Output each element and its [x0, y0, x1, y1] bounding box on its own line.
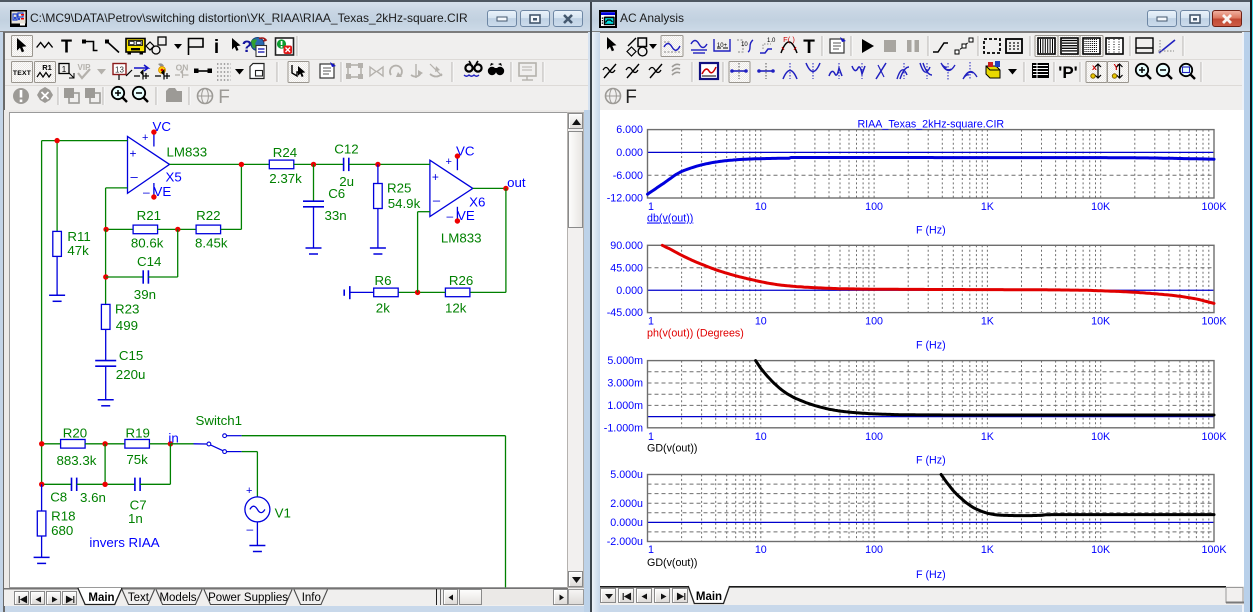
svg-text:10: 10	[755, 316, 767, 328]
svg-text:-45.000: -45.000	[607, 307, 643, 319]
svg-text:1: 1	[648, 544, 654, 556]
svg-text:1: 1	[648, 201, 654, 213]
svg-text:F (Hz): F (Hz)	[916, 455, 946, 467]
svg-text:GD(v(out)): GD(v(out))	[647, 443, 697, 455]
svg-text:45.000: 45.000	[610, 262, 643, 274]
svg-text:-6.000: -6.000	[613, 170, 643, 182]
svg-text:F (Hz): F (Hz)	[916, 569, 946, 581]
svg-text:100K: 100K	[1202, 316, 1228, 328]
svg-text:10: 10	[755, 544, 767, 556]
svg-text:1: 1	[648, 431, 654, 443]
svg-text:10K: 10K	[1091, 431, 1111, 443]
svg-text:GD(v(out)): GD(v(out))	[647, 557, 697, 569]
svg-text:-1.000m: -1.000m	[604, 422, 643, 434]
svg-text:0.000: 0.000	[616, 147, 643, 159]
svg-text:90.000: 90.000	[610, 240, 643, 252]
svg-text:100: 100	[865, 316, 883, 328]
svg-text:0.000u: 0.000u	[610, 517, 643, 529]
svg-text:1K: 1K	[981, 201, 995, 213]
svg-text:1K: 1K	[981, 431, 995, 443]
svg-text:100K: 100K	[1202, 201, 1228, 213]
svg-text:10K: 10K	[1091, 544, 1111, 556]
svg-text:-12.000: -12.000	[607, 193, 643, 205]
svg-text:2.000u: 2.000u	[610, 498, 643, 510]
svg-text:5.000u: 5.000u	[610, 469, 643, 481]
svg-text:1: 1	[648, 316, 654, 328]
svg-text:100: 100	[865, 431, 883, 443]
svg-text:3.000m: 3.000m	[607, 378, 643, 390]
svg-text:db(v(out)): db(v(out))	[647, 213, 693, 225]
svg-text:1K: 1K	[981, 544, 995, 556]
svg-text:F (Hz): F (Hz)	[916, 225, 946, 237]
svg-text:1K: 1K	[981, 316, 995, 328]
svg-text:100K: 100K	[1202, 431, 1228, 443]
svg-text:RIAA_Texas_2kHz-square.CIR: RIAA_Texas_2kHz-square.CIR	[857, 119, 1004, 131]
svg-text:5.000m: 5.000m	[607, 355, 643, 367]
svg-text:-2.000u: -2.000u	[607, 536, 643, 548]
svg-text:100: 100	[865, 201, 883, 213]
svg-text:10K: 10K	[1091, 201, 1111, 213]
svg-text:100: 100	[865, 544, 883, 556]
svg-text:F (Hz): F (Hz)	[916, 340, 946, 352]
svg-text:10K: 10K	[1091, 316, 1111, 328]
svg-text:100K: 100K	[1202, 544, 1228, 556]
svg-text:6.000: 6.000	[616, 124, 643, 136]
svg-text:0.000: 0.000	[616, 285, 643, 297]
svg-text:1.000m: 1.000m	[607, 400, 643, 412]
svg-text:10: 10	[755, 201, 767, 213]
svg-text:ph(v(out)) (Degrees): ph(v(out)) (Degrees)	[647, 328, 744, 340]
svg-text:10: 10	[755, 431, 767, 443]
